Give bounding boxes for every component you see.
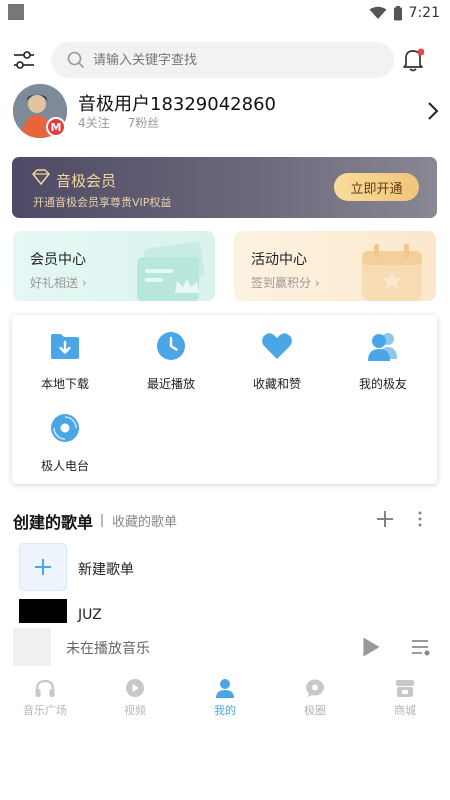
diamond-icon [32,169,50,185]
download-folder-icon [51,334,79,359]
playlist-queue-icon[interactable] [411,638,431,656]
person-icon [216,679,234,698]
plus-icon [35,559,51,575]
tab-label: 商城 [394,704,416,717]
shortcut-label: 最近播放 [146,377,195,391]
vip-open-button[interactable]: 立即开通 [334,173,419,201]
shortcut-recent-play[interactable]: 最近播放 [121,329,221,399]
shortcut-label: 收藏和赞 [252,377,301,391]
more-vertical-icon[interactable] [418,511,422,527]
member-center-subtitle: 好礼相送 › [30,276,87,290]
member-card-icon [137,241,205,301]
tab-collected-playlists[interactable]: 收藏的歌单 [112,511,177,530]
vip-subtitle: 开通音极会员享尊贵VIP权益 [33,196,172,209]
battery-icon [393,5,402,20]
shortcut-label: 本地下载 [40,377,89,391]
player-status-text: 未在播放音乐 [66,641,150,657]
wifi-icon [369,6,387,19]
bell-icon[interactable] [402,48,424,72]
status-bar: 7:21 [0,0,450,26]
friends-icon [368,333,397,361]
shortcut-local-download[interactable]: 本地下载 [15,329,115,399]
new-playlist-label: 新建歌单 [78,562,134,578]
heart-icon [262,333,292,359]
tab-label: 音乐广场 [23,704,67,717]
settings-sliders-icon[interactable] [12,49,36,71]
shortcut-favorites[interactable]: 收藏和赞 [227,329,327,399]
member-center-card[interactable]: 会员中心 好礼相送 › [13,231,215,301]
mini-player[interactable]: 未在播放音乐 [0,623,450,670]
tab-label: 视频 [124,704,146,717]
search-input[interactable] [93,52,373,68]
shortcut-label: 我的极友 [358,377,407,391]
shop-icon [396,680,414,697]
new-playlist-row[interactable]: 新建歌单 [0,543,450,595]
followers-count[interactable]: 7粉丝 [128,114,160,131]
clock-icon [157,332,185,360]
profile-stats: 4关注 7粉丝 [78,114,159,131]
playlist-row-juz[interactable]: JUZ [0,597,450,623]
new-playlist-thumb [19,543,67,591]
calendar-star-icon [362,244,422,301]
status-time: 7:21 [408,5,440,21]
chevron-right-icon[interactable] [426,101,440,121]
divider [101,514,103,527]
add-icon[interactable] [376,510,394,528]
shortcut-radio[interactable]: 极人电台 [15,411,115,481]
play-icon[interactable] [362,637,380,657]
tab-label: 我的 [214,704,236,717]
member-center-title: 会员中心 [30,252,86,268]
headphones-icon [35,679,55,697]
shortcut-friends[interactable]: 我的极友 [333,329,433,399]
tab-created-playlists[interactable]: 创建的歌单 [13,509,93,533]
tab-circle[interactable]: 极圈 [270,672,360,722]
shortcut-grid: 本地下载 最近播放 收藏和赞 我的极友 极人电台 [12,315,437,484]
avatar-badge: M [46,117,66,137]
tab-video[interactable]: 视频 [90,672,180,722]
tab-music-square[interactable]: 音乐广场 [0,672,90,722]
search-icon [67,51,85,69]
tab-label: 极圈 [304,704,326,717]
video-play-icon [126,679,144,697]
search-bar[interactable] [51,42,394,78]
activity-center-card[interactable]: 活动中心 签到赢积分 › [234,231,436,301]
bottom-tab-bar: 音乐广场 视频 我的 极圈 商城 [0,672,450,722]
playlist-section-header: 创建的歌单 收藏的歌单 [0,505,450,535]
shortcut-label: 极人电台 [40,459,89,473]
activity-center-subtitle: 签到赢积分 › [251,276,320,290]
vip-title: 音极会员 [56,172,117,190]
tab-mine[interactable]: 我的 [180,672,270,722]
activity-center-title: 活动中心 [251,252,307,268]
notification-icon [8,4,24,20]
vip-banner[interactable]: 音极会员 开通音极会员享尊贵VIP权益 立即开通 [12,157,437,218]
top-bar [0,40,450,80]
player-cover [13,628,51,666]
tab-shop[interactable]: 商城 [360,672,450,722]
playlist-cover [19,599,67,623]
circle-chat-icon [306,679,324,698]
following-count[interactable]: 4关注 [78,114,110,131]
username: 音极用户18329042860 [78,94,276,115]
playlist-title: JUZ [78,607,102,623]
radio-disc-icon [51,414,79,442]
profile-header[interactable]: M 音极用户18329042860 4关注 7粉丝 [0,84,450,140]
